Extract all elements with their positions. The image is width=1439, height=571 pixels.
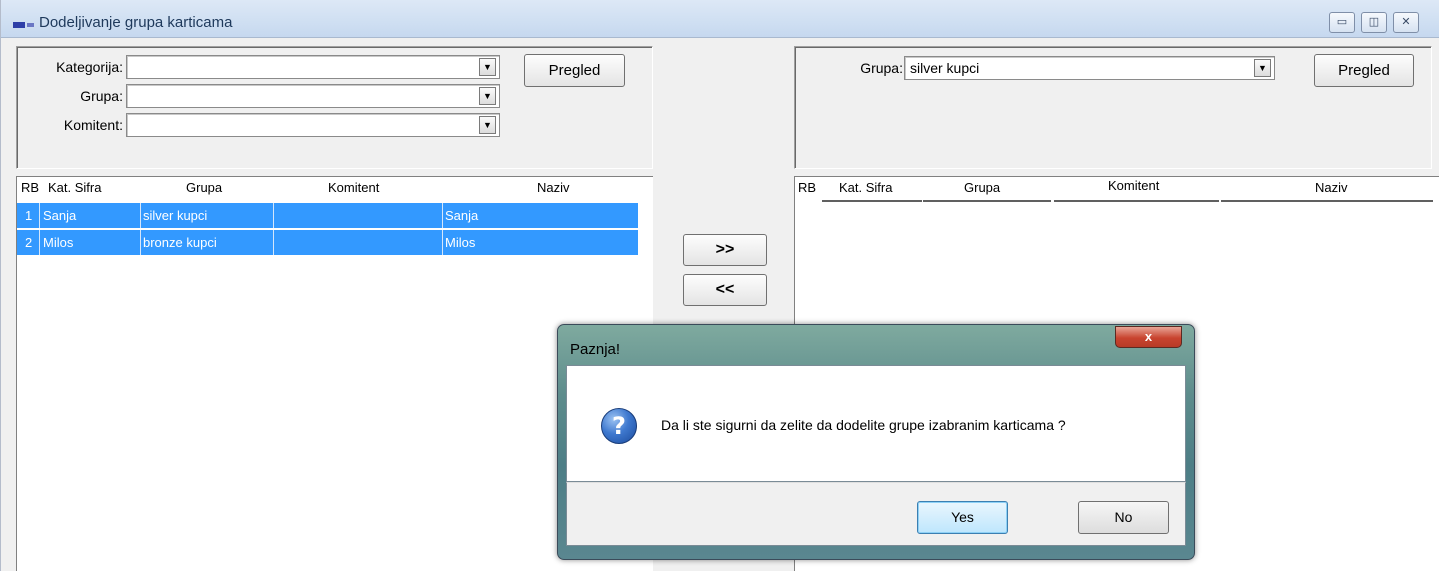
col-rb[interactable]: RB — [21, 180, 39, 195]
table-row[interactable]: 1 Sanja silver kupci Sanja — [17, 203, 638, 229]
cell-rb: 2 — [25, 235, 33, 250]
window-title: Dodeljivanje grupa karticama — [39, 14, 233, 31]
left-pregled-button[interactable]: Pregled — [524, 54, 625, 87]
header-divider — [1221, 200, 1433, 202]
yes-button[interactable]: Yes — [917, 501, 1008, 534]
kategorija-combo[interactable]: ▼ — [126, 55, 500, 79]
komitent-combo[interactable]: ▼ — [126, 113, 500, 137]
dialog-message: Da li ste sigurni da zelite da dodelite … — [661, 417, 1066, 433]
kategorija-label: Kategorija: — [56, 59, 123, 75]
title-bar[interactable]: Dodeljivanje grupa karticama ▭ ◫ ✕ — [1, 0, 1439, 38]
col-kat-sifra[interactable]: Kat. Sifra — [839, 180, 892, 195]
chevron-down-icon[interactable]: ▼ — [479, 87, 496, 105]
komitent-label: Komitent: — [63, 117, 123, 133]
chevron-down-icon[interactable]: ▼ — [479, 116, 496, 134]
close-button[interactable]: ✕ — [1393, 12, 1419, 33]
table-row[interactable]: 2 Milos bronze kupci Milos — [17, 230, 638, 256]
right-grid-header: RB Kat. Sifra Grupa Komitent Naziv — [795, 177, 1435, 201]
right-grupa-value: silver kupci — [910, 60, 980, 76]
cell-sifra: Milos — [43, 235, 74, 250]
cell-sifra: Sanja — [43, 208, 77, 223]
col-grupa[interactable]: Grupa — [186, 180, 222, 195]
col-naziv[interactable]: Naziv — [537, 180, 570, 195]
minimize-button[interactable]: ▭ — [1329, 12, 1355, 33]
right-grupa-label: Grupa: — [860, 60, 903, 76]
cell-naziv: Milos — [445, 235, 476, 250]
col-kat-sifra[interactable]: Kat. Sifra — [48, 180, 101, 195]
left-grid-header: RB Kat. Sifra Grupa Komitent Naziv — [17, 177, 653, 201]
cell-grupa: silver kupci — [143, 208, 208, 223]
restore-button[interactable]: ◫ — [1361, 12, 1387, 33]
dialog-footer: Yes No — [566, 482, 1186, 546]
dialog-close-button[interactable]: x — [1115, 326, 1182, 348]
chevron-down-icon[interactable]: ▼ — [479, 58, 496, 76]
right-filter-panel: Grupa: silver kupci ▼ Pregled — [794, 46, 1432, 169]
grupa-label: Grupa: — [80, 88, 123, 104]
header-divider — [1054, 200, 1219, 202]
no-button[interactable]: No — [1078, 501, 1169, 534]
header-divider — [822, 200, 922, 202]
dialog-body: ? Da li ste sigurni da zelite da dodelit… — [566, 365, 1186, 482]
confirm-dialog: Paznja! x ? Da li ste sigurni da zelite … — [557, 324, 1195, 560]
col-komitent[interactable]: Komitent — [1108, 178, 1159, 193]
move-right-button[interactable]: >> — [683, 234, 767, 266]
move-left-button[interactable]: << — [683, 274, 767, 306]
header-divider — [923, 200, 1051, 202]
chevron-down-icon[interactable]: ▼ — [1254, 59, 1271, 77]
grupa-combo[interactable]: ▼ — [126, 84, 500, 108]
col-rb[interactable]: RB — [798, 180, 816, 195]
right-pregled-button[interactable]: Pregled — [1314, 54, 1414, 87]
right-grupa-combo[interactable]: silver kupci ▼ — [904, 56, 1275, 80]
main-window: Dodeljivanje grupa karticama ▭ ◫ ✕ Kateg… — [0, 0, 1439, 571]
col-komitent[interactable]: Komitent — [328, 180, 379, 195]
cell-grupa: bronze kupci — [143, 235, 217, 250]
cell-rb: 1 — [25, 208, 33, 223]
col-grupa[interactable]: Grupa — [964, 180, 1000, 195]
cell-naziv: Sanja — [445, 208, 479, 223]
question-icon: ? — [601, 408, 637, 444]
app-icon — [13, 20, 35, 30]
col-naziv[interactable]: Naziv — [1315, 180, 1348, 195]
dialog-title: Paznja! — [570, 341, 621, 358]
left-filter-panel: Kategorija: ▼ Grupa: ▼ Komitent: ▼ Pregl… — [16, 46, 653, 169]
